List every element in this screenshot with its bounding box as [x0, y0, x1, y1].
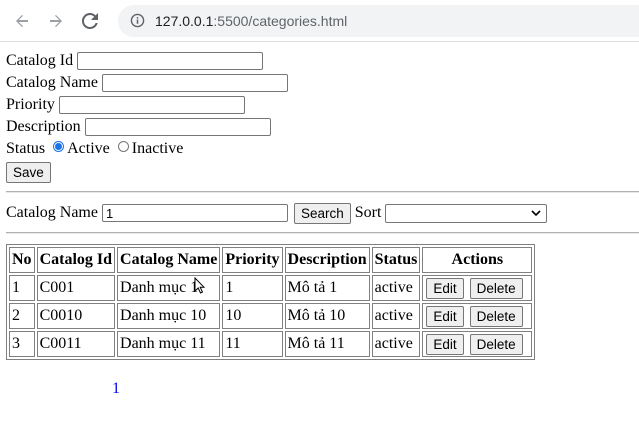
categories-table: No Catalog Id Catalog Name Priority Desc… — [6, 244, 536, 360]
edit-button[interactable]: Edit — [426, 333, 464, 355]
search-input[interactable] — [101, 204, 288, 223]
save-row: Save — [6, 161, 639, 183]
status-active-radio[interactable] — [53, 141, 65, 152]
cell-catalog-name: Danh mục 11 — [117, 331, 221, 357]
header-catalog-id: Catalog Id — [36, 247, 116, 273]
header-actions: Actions — [422, 247, 533, 273]
priority-label: Priority — [6, 96, 55, 113]
catalog-id-row: Catalog Id — [6, 50, 639, 72]
header-priority: Priority — [222, 247, 283, 273]
reload-button[interactable] — [76, 7, 104, 35]
address-bar[interactable]: 127.0.0.1:5500/categories.html — [118, 4, 639, 37]
edit-button[interactable]: Edit — [426, 305, 464, 327]
delete-button[interactable]: Delete — [469, 305, 523, 327]
cell-status: active — [371, 303, 421, 329]
description-label: Description — [6, 118, 81, 135]
table-row: 2 C0010 Danh mục 10 10 Mô tả 10 active E… — [9, 303, 533, 329]
cell-priority: 1 — [222, 275, 283, 301]
cell-no: 2 — [9, 303, 35, 329]
catalog-id-label: Catalog Id — [6, 52, 74, 69]
delete-button[interactable]: Delete — [469, 277, 523, 299]
cell-catalog-id: C0010 — [36, 303, 116, 329]
catalog-name-input[interactable] — [101, 74, 288, 93]
arrow-right-icon — [50, 14, 62, 27]
cell-status: active — [371, 331, 421, 357]
pagination: 1 — [112, 380, 120, 398]
cell-priority: 11 — [222, 331, 283, 357]
table-row: 3 C0011 Danh mục 11 11 Mô tả 11 active E… — [9, 331, 533, 357]
header-catalog-name: Catalog Name — [117, 247, 221, 273]
mouse-cursor-icon — [194, 277, 206, 294]
page-content: Catalog Id Catalog Name Priority Descrip… — [0, 42, 639, 360]
header-no: No — [9, 247, 35, 273]
status-label: Status — [6, 140, 46, 157]
browser-toolbar: 127.0.0.1:5500/categories.html — [0, 0, 639, 42]
catalog-id-input[interactable] — [77, 52, 264, 71]
search-label: Catalog Name — [6, 204, 98, 221]
search-bar: Catalog Name Search Sort — [6, 202, 639, 224]
cell-catalog-id: C001 — [36, 275, 116, 301]
reload-icon — [82, 12, 98, 29]
header-status: Status — [371, 247, 421, 273]
status-active-label: Active — [67, 140, 110, 157]
url-host: 127.0.0.1 — [155, 12, 214, 29]
save-button[interactable]: Save — [6, 161, 51, 183]
cell-actions: Edit Delete — [422, 303, 533, 329]
description-input[interactable] — [84, 118, 271, 137]
cell-actions: Edit Delete — [422, 331, 533, 357]
catalog-name-label: Catalog Name — [6, 74, 98, 91]
status-row: Status Active Inactive — [6, 138, 639, 160]
url-path: :5500/categories.html — [213, 12, 348, 29]
cell-catalog-id: C0011 — [36, 331, 116, 357]
sort-select[interactable] — [385, 203, 548, 223]
cell-catalog-name: Danh mục 10 — [117, 303, 221, 329]
chevron-down-icon — [531, 210, 541, 216]
cell-no: 1 — [9, 275, 35, 301]
page-link[interactable]: 1 — [112, 380, 120, 397]
arrow-left-icon — [16, 14, 28, 27]
description-row: Description — [6, 116, 639, 138]
cell-description: Mô tả 1 — [284, 275, 370, 301]
header-description: Description — [284, 247, 370, 273]
cell-description: Mô tả 10 — [284, 303, 370, 329]
search-button[interactable]: Search — [293, 202, 351, 224]
cell-priority: 10 — [222, 303, 283, 329]
forward-button[interactable] — [42, 7, 70, 35]
priority-input[interactable] — [58, 96, 245, 115]
info-icon[interactable] — [130, 13, 145, 28]
status-inactive-label: Inactive — [131, 140, 184, 157]
delete-button[interactable]: Delete — [469, 333, 523, 355]
cell-description: Mô tả 11 — [284, 331, 370, 357]
divider — [6, 232, 639, 234]
cell-actions: Edit Delete — [422, 275, 533, 301]
cell-status: active — [371, 275, 421, 301]
priority-row: Priority — [6, 94, 639, 116]
edit-button[interactable]: Edit — [426, 277, 464, 299]
divider — [6, 191, 639, 193]
status-inactive-radio[interactable] — [117, 141, 129, 152]
cell-no: 3 — [9, 331, 35, 357]
back-button[interactable] — [8, 7, 36, 35]
table-row: 1 C001 Danh mục 1 1 Mô tả 1 active Edit … — [9, 275, 533, 301]
sort-label: Sort — [354, 204, 382, 221]
catalog-name-row: Catalog Name — [6, 72, 639, 94]
table-header-row: No Catalog Id Catalog Name Priority Desc… — [9, 247, 533, 273]
